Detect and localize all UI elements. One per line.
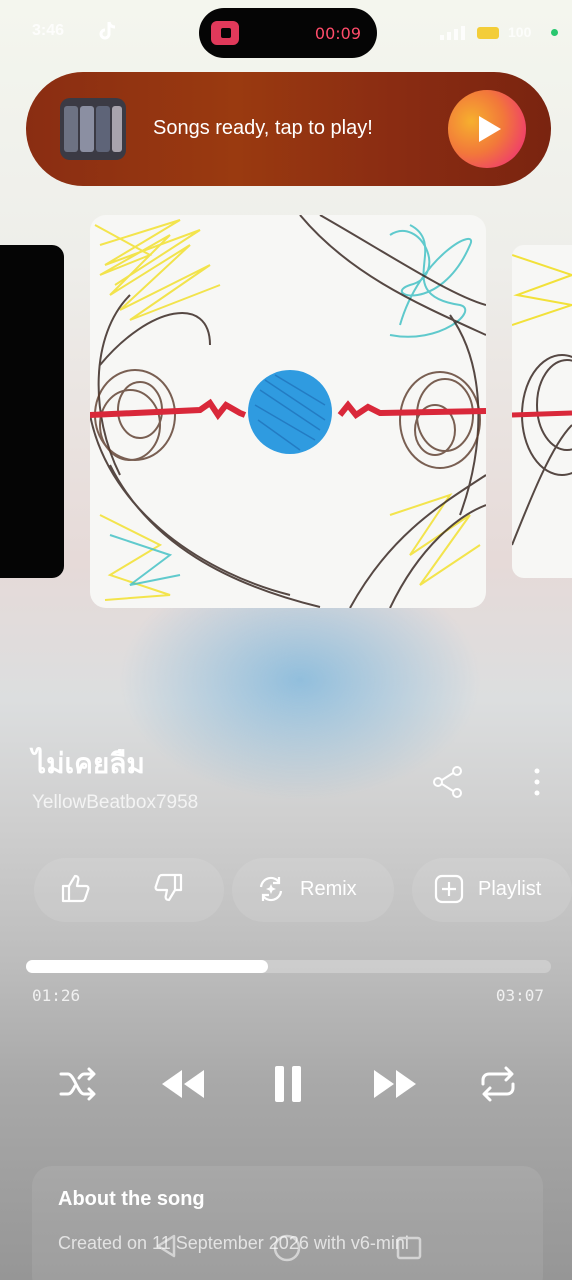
next-button[interactable] (370, 1062, 418, 1106)
about-title: About the song (58, 1188, 205, 1210)
dislike-button[interactable] (152, 872, 184, 904)
playlist-label: Playlist (478, 877, 542, 900)
signal-icon (440, 26, 465, 40)
add-to-playlist-button[interactable]: Playlist (434, 874, 541, 904)
shuffle-icon (59, 1067, 96, 1101)
duration: 03:07 (495, 986, 544, 1005)
recents-icon[interactable] (396, 1236, 422, 1260)
battery-icon (477, 27, 499, 39)
shuffle-button[interactable] (58, 1062, 98, 1106)
home-icon[interactable] (273, 1234, 301, 1262)
repeat-icon (481, 1066, 515, 1102)
songs-ready-banner[interactable]: Songs ready, tap to play! (26, 72, 551, 186)
song-artist[interactable]: YellowBeatbox7958 (32, 792, 198, 814)
dynamic-island: 00:09 (199, 8, 377, 58)
banner-text: Songs ready, tap to play! (153, 117, 373, 139)
system-nav-bar (156, 1234, 422, 1262)
pause-icon (275, 1066, 301, 1102)
progress-bar[interactable] (26, 960, 551, 973)
thumbs-up-icon (61, 874, 90, 903)
play-icon (479, 116, 501, 142)
add-playlist-icon (434, 874, 464, 904)
status-time: 3:46 (32, 22, 65, 39)
thumbs-down-icon (154, 873, 183, 902)
album-thumbnail (60, 98, 126, 160)
repeat-button[interactable] (478, 1062, 518, 1106)
like-button[interactable] (60, 872, 92, 904)
pause-button[interactable] (272, 1062, 304, 1106)
privacy-indicator (551, 29, 558, 36)
current-time: 01:26 (32, 986, 81, 1005)
song-title: ไม่เคยลืม (32, 747, 145, 780)
previous-cover-card[interactable] (0, 245, 64, 578)
remix-button[interactable]: Remix (256, 874, 357, 904)
previous-button[interactable] (160, 1062, 208, 1106)
share-icon[interactable] (432, 765, 464, 799)
status-bar: 3:46 00:09 100 (0, 0, 572, 64)
battery-level: 100 (508, 24, 532, 40)
tiktok-icon (99, 21, 116, 40)
next-cover-card[interactable] (512, 245, 572, 578)
next-icon (374, 1070, 416, 1098)
remix-icon (259, 876, 283, 902)
screen-record-icon (211, 21, 239, 45)
banner-play-button[interactable] (448, 90, 526, 168)
progress-fill (26, 960, 268, 973)
back-icon[interactable] (156, 1234, 176, 1258)
song-cover-art (90, 215, 486, 608)
more-options-icon[interactable] (530, 766, 544, 798)
recording-time: 00:09 (314, 24, 361, 43)
previous-icon (162, 1070, 204, 1098)
remix-label: Remix (300, 877, 357, 900)
